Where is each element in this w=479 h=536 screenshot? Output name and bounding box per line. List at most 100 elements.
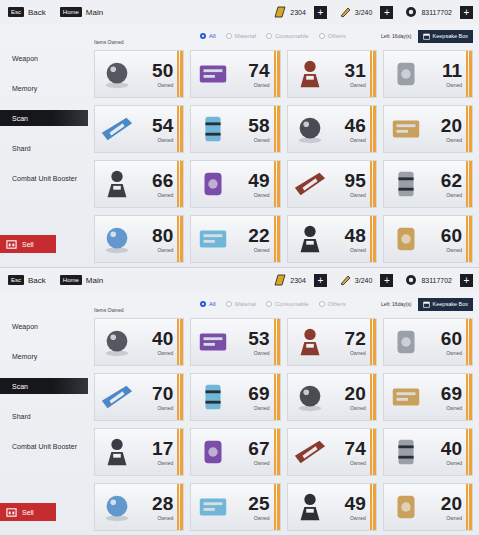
add-button[interactable]: +	[380, 274, 393, 287]
sidebar-item[interactable]: Weapon	[0, 318, 88, 334]
owned-label: Owned	[254, 137, 270, 143]
item-card[interactable]: 67Owned	[190, 428, 280, 476]
keepsake-box-button[interactable]: Keepsake Box	[418, 298, 473, 311]
item-icon	[194, 112, 232, 146]
sidebar-item[interactable]: Combat Unit Booster	[0, 438, 88, 454]
item-card[interactable]: 53Owned	[190, 318, 280, 366]
item-card[interactable]: 31Owned	[287, 50, 377, 98]
item-count: 17	[152, 439, 173, 458]
item-card[interactable]: 95Owned	[287, 160, 377, 208]
add-button[interactable]: +	[314, 274, 327, 287]
item-card[interactable]: 69Owned	[190, 373, 280, 421]
owned-label: Owned	[254, 405, 270, 411]
owned-label: Owned	[254, 82, 270, 88]
item-icon	[387, 435, 425, 469]
rarity-stripe	[466, 319, 472, 365]
item-count: 49	[345, 494, 366, 513]
item-card[interactable]: 80Owned	[94, 215, 184, 263]
item-card[interactable]: 20Owned	[383, 483, 473, 531]
item-card[interactable]: 54Owned	[94, 105, 184, 153]
filter-radio[interactable]: All	[200, 33, 216, 39]
item-icon	[387, 325, 425, 359]
item-icon	[194, 57, 232, 91]
sidebar-item[interactable]: Scan	[0, 110, 88, 126]
rarity-stripe	[466, 51, 472, 97]
sidebar-item[interactable]: Shard	[0, 140, 88, 156]
item-count: 70	[152, 384, 173, 403]
item-card[interactable]: 74Owned	[287, 428, 377, 476]
item-card[interactable]: 49Owned	[190, 160, 280, 208]
radio-icon	[266, 33, 272, 39]
item-card[interactable]: 49Owned	[287, 483, 377, 531]
item-card[interactable]: 58Owned	[190, 105, 280, 153]
rarity-stripe	[370, 106, 376, 152]
items-owned-label: Items Owned	[94, 307, 194, 314]
item-card[interactable]: 62Owned	[383, 160, 473, 208]
item-count: 22	[248, 226, 269, 245]
rarity-stripe	[274, 51, 280, 97]
item-card[interactable]: 20Owned	[287, 373, 377, 421]
item-card[interactable]: 50Owned	[94, 50, 184, 98]
sell-button[interactable]: Sell	[0, 503, 56, 521]
item-card[interactable]: 72Owned	[287, 318, 377, 366]
add-button[interactable]: +	[380, 6, 393, 19]
item-card[interactable]: 25Owned	[190, 483, 280, 531]
owned-label: Owned	[254, 247, 270, 253]
keepsake-box-button[interactable]: Keepsake Box	[418, 30, 473, 43]
sidebar-item[interactable]: Memory	[0, 80, 88, 96]
back-button[interactable]: EscBack	[8, 7, 46, 17]
back-button[interactable]: EscBack	[8, 275, 46, 285]
owned-label: Owned	[350, 350, 366, 356]
item-card[interactable]: 70Owned	[94, 373, 184, 421]
item-card[interactable]: 40Owned	[94, 318, 184, 366]
item-card[interactable]: 60Owned	[383, 318, 473, 366]
rarity-stripe	[177, 429, 183, 475]
add-button[interactable]: +	[314, 6, 327, 19]
item-card[interactable]: 20Owned	[383, 105, 473, 153]
main-button[interactable]: HomeMain	[60, 7, 103, 17]
item-card[interactable]: 48Owned	[287, 215, 377, 263]
item-card[interactable]: 66Owned	[94, 160, 184, 208]
add-button[interactable]: +	[460, 274, 473, 287]
rarity-stripe	[177, 216, 183, 262]
sidebar-item[interactable]: Scan	[0, 378, 88, 394]
item-card[interactable]: 28Owned	[94, 483, 184, 531]
item-card[interactable]: 69Owned	[383, 373, 473, 421]
item-card[interactable]: 17Owned	[94, 428, 184, 476]
esc-key: Esc	[8, 7, 24, 17]
item-card[interactable]: 22 Owned	[190, 215, 280, 263]
owned-label: Owned	[350, 137, 366, 143]
item-card[interactable]: 11Owned	[383, 50, 473, 98]
radio-icon	[200, 301, 206, 307]
sidebar-item[interactable]: Weapon	[0, 50, 88, 66]
rarity-stripe	[274, 374, 280, 420]
filter-radio[interactable]: All	[200, 301, 216, 307]
item-icon	[291, 380, 329, 414]
item-icon	[291, 325, 329, 359]
add-button[interactable]: +	[460, 6, 473, 19]
radio-icon	[226, 33, 232, 39]
sidebar-item[interactable]: Combat Unit Booster	[0, 170, 88, 186]
owned-label: Owned	[350, 460, 366, 466]
item-card[interactable]: 46Owned	[287, 105, 377, 153]
box-icon	[423, 301, 430, 308]
item-icon	[194, 167, 232, 201]
item-icon	[98, 112, 136, 146]
item-card[interactable]: 40Owned	[383, 428, 473, 476]
inventory-screen: EscBackHomeMain2304+3/240+83117702+Weapo…	[0, 268, 479, 536]
sell-button[interactable]: Sell	[0, 235, 56, 253]
sidebar-item[interactable]: Memory	[0, 348, 88, 364]
sidebar-item[interactable]: Shard	[0, 408, 88, 424]
item-icon	[98, 57, 136, 91]
rarity-stripe	[177, 374, 183, 420]
items-owned-label: Items Owned	[94, 39, 194, 46]
coin-icon	[405, 6, 417, 18]
item-card[interactable]: 60Owned	[383, 215, 473, 263]
item-icon	[98, 325, 136, 359]
main-button[interactable]: HomeMain	[60, 275, 103, 285]
item-card[interactable]: 74 Owned	[190, 50, 280, 98]
item-count: 31	[345, 61, 366, 80]
radio-icon	[319, 33, 325, 39]
filter-radio: Others	[319, 301, 346, 307]
item-count: 74	[248, 61, 269, 80]
